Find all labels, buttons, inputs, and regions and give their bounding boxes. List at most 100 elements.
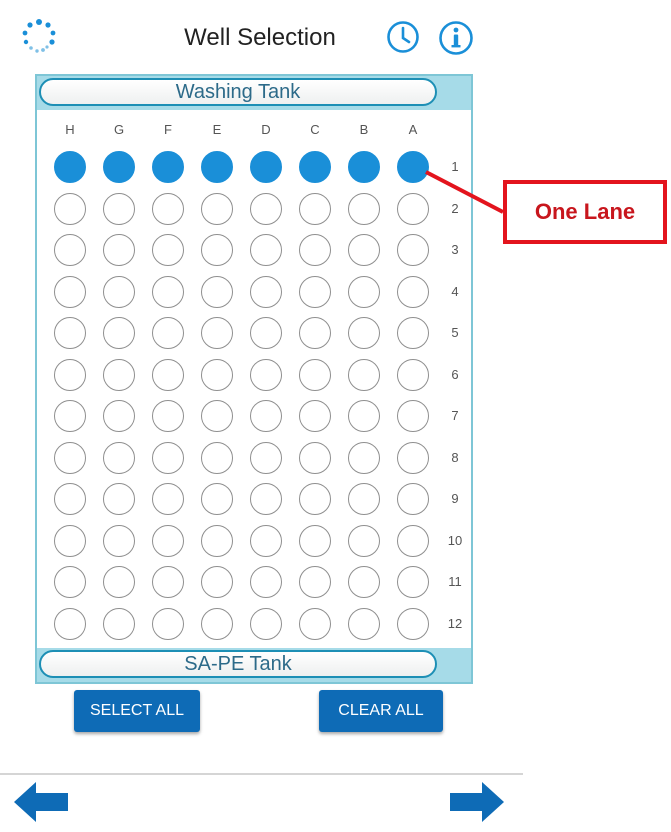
well-c3[interactable] [299,234,331,266]
well-b1[interactable] [348,151,380,183]
well-a12[interactable] [397,607,429,640]
well-d2[interactable] [250,192,282,225]
well-c5[interactable] [299,317,331,349]
well-f5[interactable] [152,317,184,349]
well-h8[interactable] [54,441,86,474]
well-g3[interactable] [103,234,135,266]
well-h3[interactable] [54,234,86,266]
well-g5[interactable] [103,317,135,349]
well-g6[interactable] [103,358,135,391]
well-a2[interactable] [397,192,429,225]
well-b8[interactable] [348,441,380,474]
well-b10[interactable] [348,524,380,557]
well-a10[interactable] [397,524,429,557]
well-d11[interactable] [250,566,282,598]
well-c12[interactable] [299,607,331,640]
well-e7[interactable] [201,400,233,432]
well-e2[interactable] [201,192,233,225]
arrow-right-icon[interactable] [448,780,506,824]
well-a1[interactable] [397,151,429,183]
well-c9[interactable] [299,483,331,515]
well-d8[interactable] [250,441,282,474]
well-d12[interactable] [250,607,282,640]
well-d5[interactable] [250,317,282,349]
well-e9[interactable] [201,483,233,515]
well-e11[interactable] [201,566,233,598]
well-f3[interactable] [152,234,184,266]
well-g7[interactable] [103,400,135,432]
well-h7[interactable] [54,400,86,432]
well-a3[interactable] [397,234,429,266]
well-g10[interactable] [103,524,135,557]
info-icon[interactable] [438,20,474,56]
well-d9[interactable] [250,483,282,515]
well-f1[interactable] [152,151,184,183]
clock-icon[interactable] [386,20,420,54]
well-d1[interactable] [250,151,282,183]
washing-tank-button[interactable]: Washing Tank [39,78,437,106]
well-d7[interactable] [250,400,282,432]
select-all-button[interactable]: SELECT ALL [74,690,200,732]
well-b5[interactable] [348,317,380,349]
well-f12[interactable] [152,607,184,640]
well-c11[interactable] [299,566,331,598]
well-a8[interactable] [397,441,429,474]
well-b3[interactable] [348,234,380,266]
well-b6[interactable] [348,358,380,391]
well-f11[interactable] [152,566,184,598]
well-h10[interactable] [54,524,86,557]
well-h11[interactable] [54,566,86,598]
clear-all-button[interactable]: CLEAR ALL [319,690,443,732]
well-e6[interactable] [201,358,233,391]
well-h2[interactable] [54,192,86,225]
well-g8[interactable] [103,441,135,474]
well-b2[interactable] [348,192,380,225]
well-h12[interactable] [54,607,86,640]
well-e1[interactable] [201,151,233,183]
well-c7[interactable] [299,400,331,432]
well-g2[interactable] [103,192,135,225]
well-f6[interactable] [152,358,184,391]
well-g12[interactable] [103,607,135,640]
arrow-left-icon[interactable] [12,780,70,824]
well-a5[interactable] [397,317,429,349]
well-c6[interactable] [299,358,331,391]
well-f9[interactable] [152,483,184,515]
well-f2[interactable] [152,192,184,225]
well-c1[interactable] [299,151,331,183]
well-g9[interactable] [103,483,135,515]
sa-pe-tank-button[interactable]: SA-PE Tank [39,650,437,678]
well-a6[interactable] [397,358,429,391]
well-b9[interactable] [348,483,380,515]
well-b7[interactable] [348,400,380,432]
well-f4[interactable] [152,275,184,308]
well-f8[interactable] [152,441,184,474]
well-c8[interactable] [299,441,331,474]
well-e4[interactable] [201,275,233,308]
well-a4[interactable] [397,275,429,308]
well-d3[interactable] [250,234,282,266]
well-b4[interactable] [348,275,380,308]
well-f7[interactable] [152,400,184,432]
well-c10[interactable] [299,524,331,557]
well-g11[interactable] [103,566,135,598]
well-e3[interactable] [201,234,233,266]
well-b11[interactable] [348,566,380,598]
well-d6[interactable] [250,358,282,391]
well-h1[interactable] [54,151,86,183]
well-f10[interactable] [152,524,184,557]
well-e10[interactable] [201,524,233,557]
well-h6[interactable] [54,358,86,391]
well-e8[interactable] [201,441,233,474]
well-b12[interactable] [348,607,380,640]
well-c2[interactable] [299,192,331,225]
well-h9[interactable] [54,483,86,515]
well-d4[interactable] [250,275,282,308]
well-h5[interactable] [54,317,86,349]
well-a9[interactable] [397,483,429,515]
well-g1[interactable] [103,151,135,183]
well-d10[interactable] [250,524,282,557]
well-c4[interactable] [299,275,331,308]
well-a11[interactable] [397,566,429,598]
well-g4[interactable] [103,275,135,308]
